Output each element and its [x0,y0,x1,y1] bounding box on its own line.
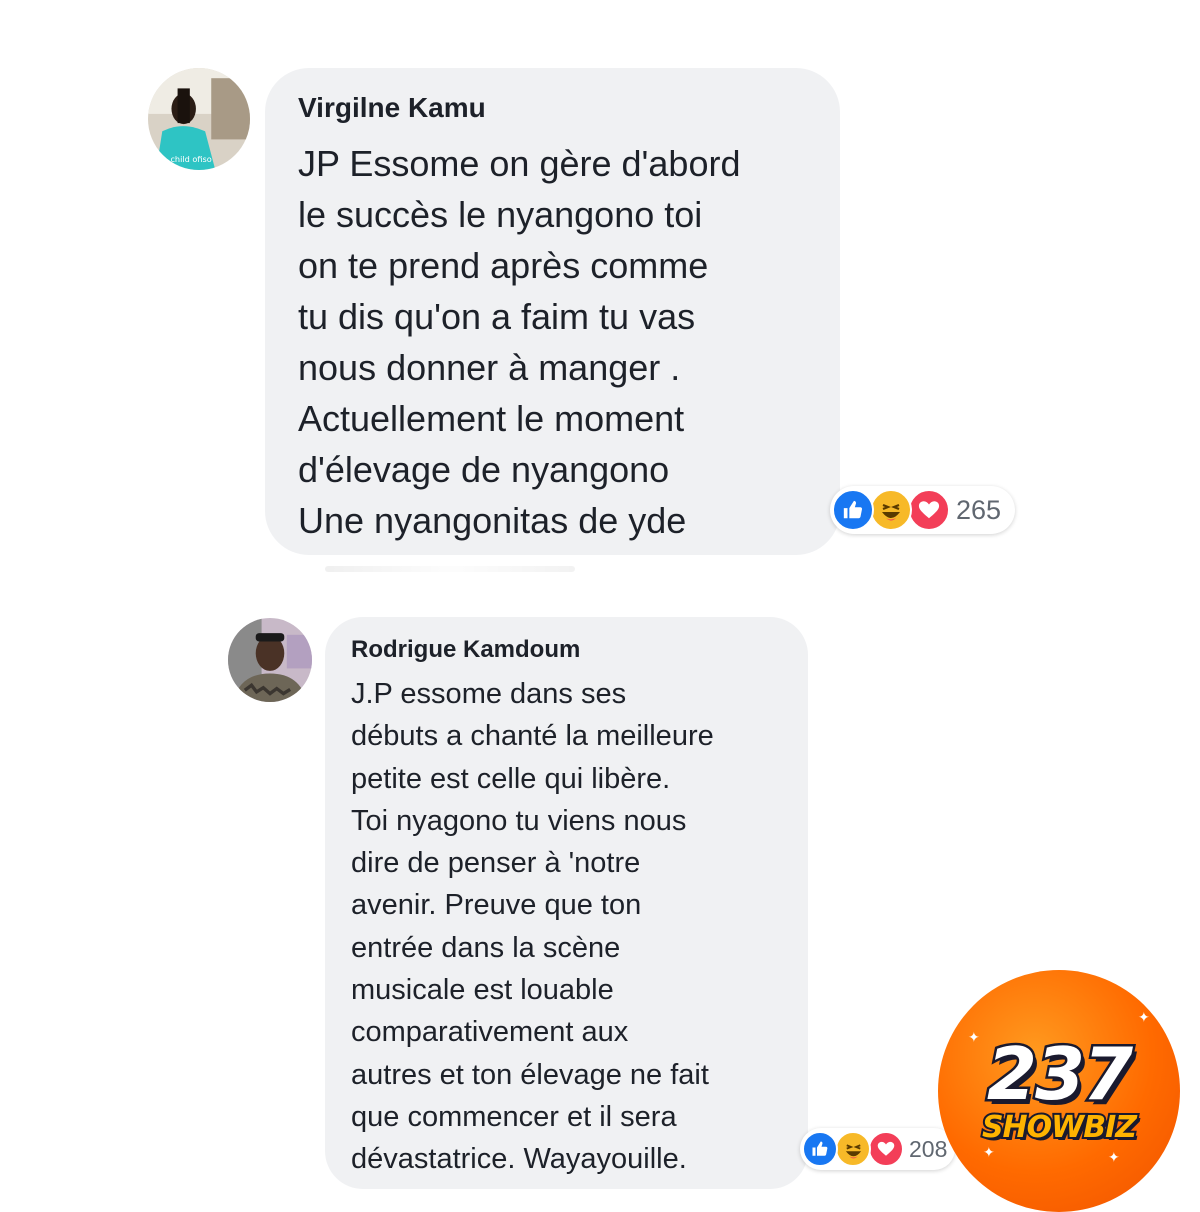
divider [325,566,575,572]
comment-bubble: Virgilne Kamu JP Essome on gère d'abord … [265,68,840,555]
avatar[interactable] [228,618,312,702]
profile-photo-icon: child ofiso [148,68,250,170]
logo-word: SHOWBIZ [980,1108,1139,1147]
haha-icon [835,1131,871,1167]
like-icon [832,489,874,531]
brand-logo: ✦ ✦ ✦ ✦ 237 SHOWBIZ [938,970,1180,1212]
comment-author[interactable]: Virgilne Kamu [298,90,810,126]
like-icon [802,1131,838,1167]
svg-text:child ofiso: child ofiso [170,154,211,164]
comment-text: JP Essome on gère d'abord le succès le n… [298,143,741,541]
sparkle-icon: ✦ [1108,1150,1120,1166]
sparkle-icon: ✦ [983,1145,995,1161]
profile-photo-icon [228,618,312,702]
avatar[interactable]: child ofiso [148,68,250,170]
reaction-count: 265 [956,494,1002,525]
comment-author[interactable]: Rodrigue Kamdoum [351,635,788,665]
reaction-summary[interactable]: 265 [830,486,1016,534]
reaction-summary[interactable]: 208 [800,1128,956,1170]
sparkle-icon: ✦ [1138,1010,1150,1026]
logo-number: 237 [984,1030,1135,1119]
haha-icon [870,489,912,531]
comment-bubble: Rodrigue Kamdoum J.P essome dans ses déb… [325,617,808,1189]
comment-text: J.P essome dans ses débuts a chanté la m… [351,678,714,1176]
love-icon [868,1131,904,1167]
love-icon [908,489,950,531]
